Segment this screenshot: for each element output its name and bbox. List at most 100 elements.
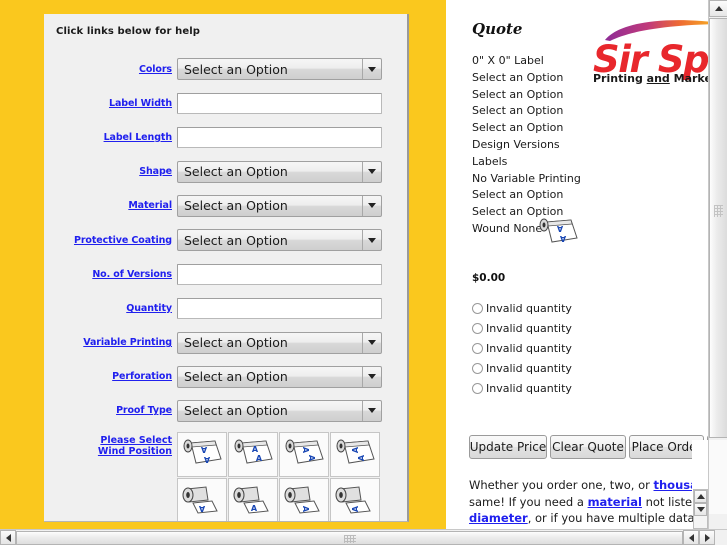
radio-icon[interactable] [472,302,483,314]
scroll-up-button[interactable] [709,0,727,17]
select-variable-printing[interactable]: Select an Option [177,331,382,354]
quote-heading: Quote [472,20,523,38]
chevron-down-icon[interactable] [362,59,381,80]
quantity-option-label: Invalid quantity [486,321,572,335]
tagline-before: Printing [593,72,647,85]
vertical-scrollbar[interactable] [708,0,727,531]
scroll-left-button[interactable] [0,530,16,545]
field-label-no-of-versions[interactable]: No. of Versions [44,269,177,280]
input-label-width[interactable] [177,92,382,114]
input-no-of-versions[interactable] [177,263,382,285]
quantity-option-row[interactable]: Invalid quantity [472,318,572,338]
radio-icon[interactable] [472,322,483,334]
chevron-down-icon[interactable] [362,161,381,182]
wind-position-4[interactable]: A A [330,432,380,478]
clear-quote-button[interactable]: Clear Quote [550,435,626,459]
wind-position-1[interactable]: A A [177,432,227,478]
diameter-link[interactable]: diameter [469,511,528,525]
blurb-text-4: , or if you have multiple database [527,511,708,525]
field-label-proof-type[interactable]: Proof Type [44,405,177,416]
field-label-variable-printing[interactable]: Variable Printing [44,337,177,348]
wind-position-8[interactable]: A [330,478,380,521]
horizontal-scrollbar[interactable] [0,529,727,545]
roll-label-icon: A A [234,439,273,464]
scroll-right-button-2[interactable] [699,530,715,545]
svg-text:A: A [559,234,566,243]
field-label-perforation[interactable]: Perforation [44,371,177,382]
chevron-down-icon[interactable] [362,195,381,216]
quantity-options-list: Invalid quantity Invalid quantity Invali… [472,298,572,398]
radio-icon[interactable] [472,342,483,354]
field-label-quantity[interactable]: Quantity [44,303,177,314]
input-quantity[interactable] [177,297,382,319]
quantity-option-row[interactable]: Invalid quantity [472,358,572,378]
form-row-wind-position: Please Select Wind Position A A A A A A … [44,432,407,521]
blurb-scroll-up-button[interactable] [694,490,707,503]
svg-text:A: A [203,455,210,464]
chevron-down-icon[interactable] [362,400,381,421]
quantity-option-label: Invalid quantity [486,341,572,355]
quote-total-price: $0.00 [472,272,506,284]
logo-tagline: Printing and Marketing S [593,72,727,85]
select-proof-type[interactable]: Select an Option [177,399,382,422]
roll-label-icon: A [233,486,269,514]
wind-position-6[interactable]: A [228,478,278,521]
form-fields: Colors Select an Option Label Width Labe… [44,52,407,521]
radio-icon[interactable] [472,362,483,374]
quantity-option-row[interactable]: Invalid quantity [472,338,572,358]
scroll-right-button-1[interactable] [683,530,699,545]
quote-line: Select an Option [472,104,564,118]
field-label-material[interactable]: Material [44,200,177,211]
select-perforation[interactable]: Select an Option [177,365,382,388]
form-row-material: Material Select an Option [44,189,407,223]
svg-text:A: A [256,454,263,463]
quote-actions: Update Price Clear Quote Place Order P [469,435,708,459]
field-label-wind-position[interactable]: Please Select Wind Position [44,432,177,457]
arrow-up-icon [714,6,723,11]
update-price-button[interactable]: Update Price [469,435,547,459]
select-shape[interactable]: Select an Option [177,160,382,183]
wind-position-3[interactable]: A A [279,432,329,478]
field-label-protective-coating[interactable]: Protective Coating [44,235,177,246]
quantity-option-label: Invalid quantity [486,301,572,315]
arrow-left-icon [5,533,11,542]
quantity-option-row[interactable]: Invalid quantity [472,378,572,398]
chevron-down-icon[interactable] [362,332,381,353]
material-link[interactable]: material [588,495,642,509]
roll-label-icon: A [335,486,371,514]
help-hint: Click links below for help [56,26,200,37]
scrollbar-grip-icon [714,205,723,217]
field-label-shape[interactable]: Shape [44,166,177,177]
select-colors[interactable]: Select an Option [177,58,382,81]
horizontal-scrollbar-thumb[interactable] [16,530,683,545]
wind-position-2[interactable]: A A [228,432,278,478]
roll-label-icon: A A [336,439,375,464]
sir-speedy-logo: Sir Speedy Printing and Marketing S [593,18,727,88]
quantity-option-row[interactable]: Invalid quantity [472,298,572,318]
quote-line: Select an Option [472,121,564,135]
field-label-colors[interactable]: Colors [44,64,177,75]
arrow-right-icon [704,533,710,542]
select-variable-printing-value: Select an Option [184,335,288,351]
select-protective-coating-value: Select an Option [184,232,288,248]
form-row-label-width: Label Width [44,86,407,120]
field-label-label-length[interactable]: Label Length [44,132,177,143]
quote-line: Select an Option [472,87,564,101]
select-protective-coating[interactable]: Select an Option [177,229,382,252]
chevron-down-icon[interactable] [362,366,381,387]
blurb-scrollbar[interactable] [693,489,708,529]
quote-line: No Variable Printing [472,171,581,185]
label-options-form: Click links below for help Colors Select… [44,14,409,522]
vertical-scrollbar-thumb[interactable] [709,18,727,438]
wind-position-5[interactable]: A [177,478,227,521]
select-material[interactable]: Select an Option [177,194,382,217]
field-label-label-width[interactable]: Label Width [44,98,177,109]
select-shape-value: Select an Option [184,164,288,180]
chevron-down-icon[interactable] [362,230,381,251]
input-label-length[interactable] [177,126,382,148]
wind-position-7[interactable]: A [279,478,329,521]
vertical-scrollbar-track[interactable] [709,440,727,514]
blurb-text-1: Whether you order one, two, or [469,478,654,492]
blurb-scroll-down-button[interactable] [694,503,707,516]
radio-icon[interactable] [472,382,483,394]
